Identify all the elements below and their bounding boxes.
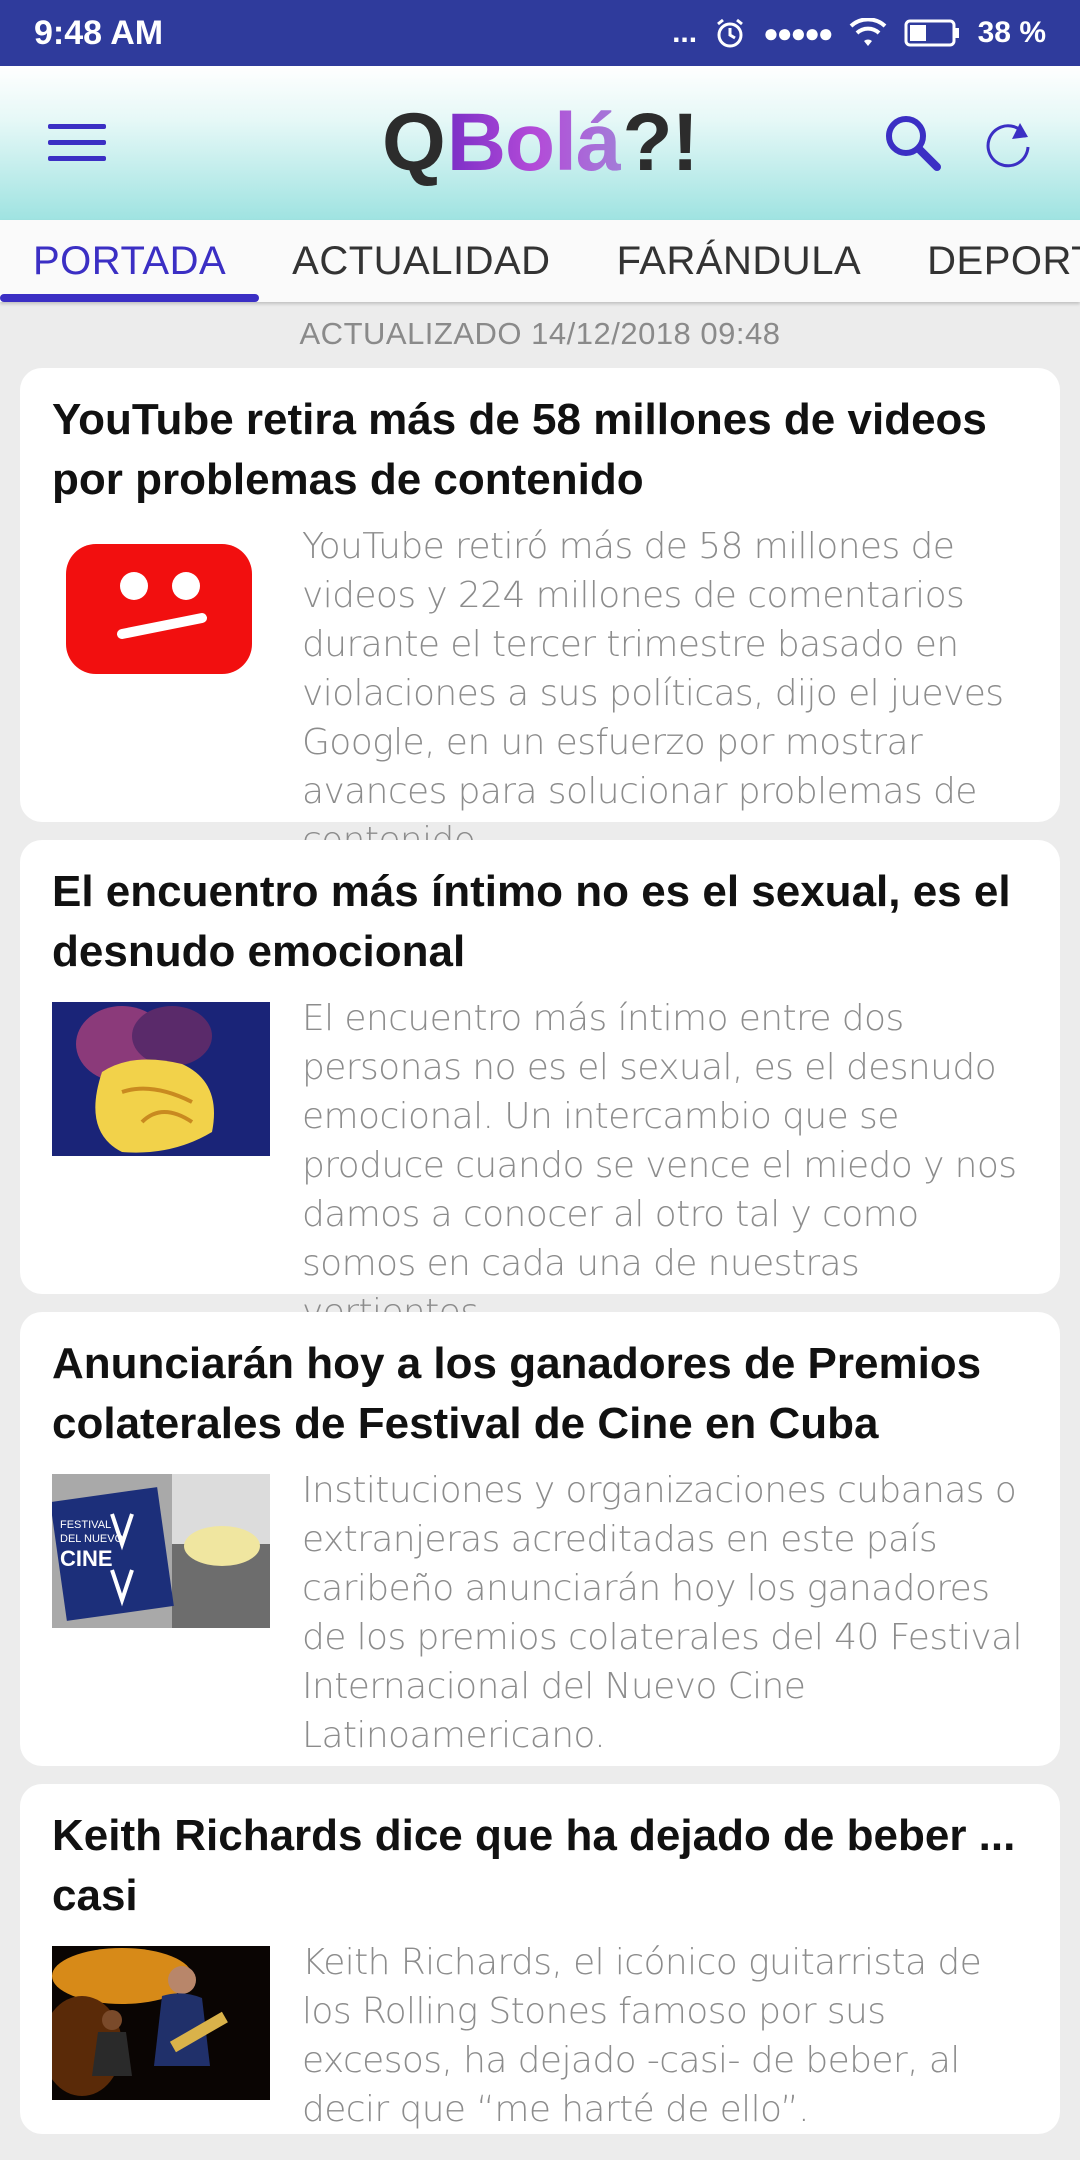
wifi-icon	[848, 18, 888, 48]
menu-button[interactable]	[48, 122, 106, 164]
article-card[interactable]: YouTube retira más de 58 millones de vid…	[20, 368, 1060, 861]
refresh-icon	[986, 123, 1030, 168]
status-icons: ... ●●●●● 38 %	[672, 16, 1046, 50]
logo-exclamation: ?!	[622, 97, 699, 188]
youtube-error-icon	[66, 544, 252, 674]
more-notifications-indicator: ...	[672, 16, 698, 49]
menu-icon	[48, 124, 106, 161]
article-title[interactable]: Anunciarán hoy a los ganadores de Premio…	[52, 1334, 1028, 1454]
alarm-icon	[713, 16, 747, 50]
article-title[interactable]: Keith Richards dice que ha dejado de beb…	[52, 1806, 1028, 1926]
category-tabs: PORTADA ACTUALIDAD FARÁNDULA DEPORTES	[0, 220, 1080, 302]
signal-strength: ●●●●●	[763, 17, 834, 48]
logo-q: Q	[382, 97, 446, 188]
article-thumbnail[interactable]	[52, 530, 270, 865]
article-card[interactable]: Keith Richards dice que ha dejado de beb…	[20, 1784, 1060, 2134]
article-thumbnail[interactable]	[52, 1946, 270, 2134]
festival-poster-image: FESTIVAL DEL NUEVO CINE	[52, 1474, 270, 1628]
embrace-image	[52, 1002, 270, 1156]
app-bar: Q Bolá ?!	[0, 66, 1080, 220]
search-button[interactable]	[882, 112, 944, 174]
logo-bola: Bolá	[446, 97, 622, 188]
app-bar-actions	[882, 112, 1036, 174]
article-summary: Instituciones y organizaciones cubanas o…	[302, 1470, 1023, 1756]
article-summary: YouTube retiró más de 58 millones de vid…	[302, 526, 1004, 861]
poster-text-festival: FESTIVAL	[60, 1519, 111, 1531]
tab-portada[interactable]: PORTADA	[0, 220, 260, 302]
article-summary: El encuentro más íntimo entre dos person…	[302, 998, 1017, 1333]
tab-deportes[interactable]: DEPORTES	[894, 220, 1080, 302]
poster-text-nuevo: DEL NUEVO	[60, 1533, 124, 1545]
article-thumbnail[interactable]	[52, 1002, 270, 1337]
battery-icon	[904, 18, 962, 48]
concert-image	[52, 1946, 270, 2100]
article-card[interactable]: El encuentro más íntimo no es el sexual,…	[20, 840, 1060, 1333]
last-updated: ACTUALIZADO 14/12/2018 09:48	[299, 316, 781, 351]
status-time: 9:48 AM	[34, 13, 164, 52]
article-summary: Keith Richards, el icónico guitarrista d…	[302, 1942, 982, 2130]
tab-actualidad[interactable]: ACTUALIDAD	[259, 220, 583, 302]
article-card[interactable]: Anunciarán hoy a los ganadores de Premio…	[20, 1312, 1060, 1766]
article-title[interactable]: YouTube retira más de 58 millones de vid…	[52, 390, 1028, 510]
refresh-button[interactable]	[980, 115, 1036, 171]
battery-percent: 38 %	[977, 16, 1046, 49]
search-icon	[886, 116, 941, 171]
article-title[interactable]: El encuentro más íntimo no es el sexual,…	[52, 862, 1028, 982]
poster-text-cine: CINE	[60, 1546, 113, 1571]
article-thumbnail[interactable]: FESTIVAL DEL NUEVO CINE	[52, 1474, 270, 1760]
status-bar: 9:48 AM ... ●●●●● 38 %	[0, 0, 1080, 66]
app-logo: Q Bolá ?!	[382, 96, 699, 190]
tab-farandula[interactable]: FARÁNDULA	[584, 220, 895, 302]
